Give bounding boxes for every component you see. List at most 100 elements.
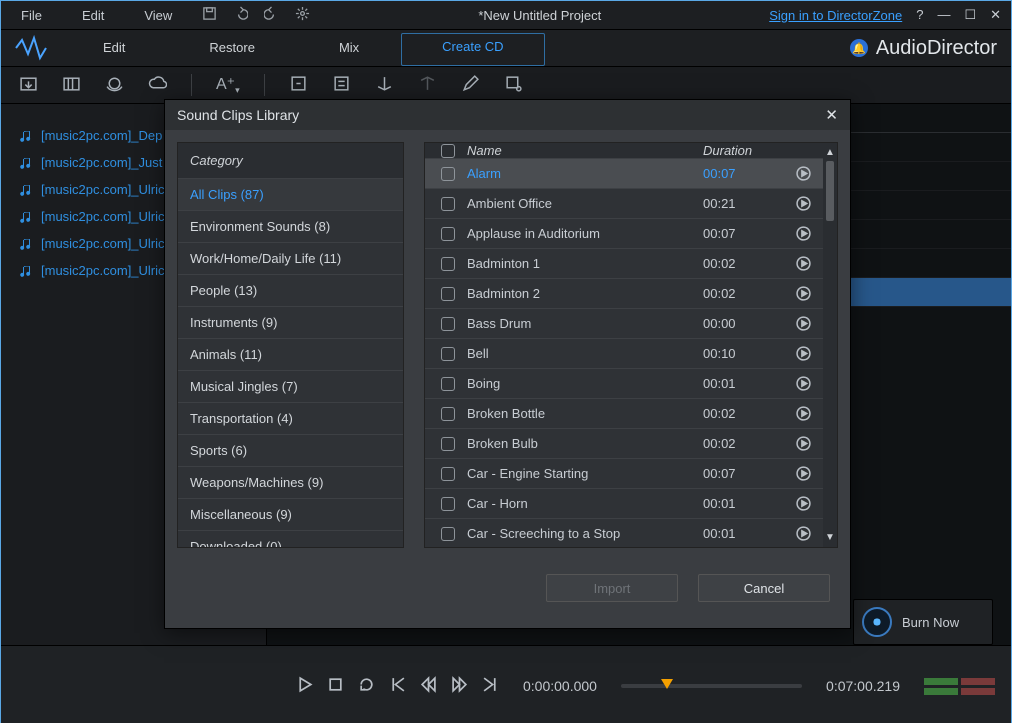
category-item[interactable]: Transportation (4) xyxy=(178,402,403,434)
menu-file[interactable]: File xyxy=(1,8,62,23)
clip-row[interactable]: Car - Screeching to a Stop00:01 xyxy=(425,519,823,547)
text-icon[interactable]: A⁺▾ xyxy=(216,74,240,96)
burn-now-button[interactable]: Burn Now xyxy=(853,599,993,645)
col-name[interactable]: Name xyxy=(465,143,703,158)
save-icon[interactable] xyxy=(202,6,217,24)
category-item[interactable]: Instruments (9) xyxy=(178,306,403,338)
clip-play-icon[interactable] xyxy=(796,166,811,181)
clip-checkbox[interactable] xyxy=(441,317,455,331)
prev-icon[interactable] xyxy=(389,676,406,696)
clip-play-icon[interactable] xyxy=(796,226,811,241)
clip-row[interactable]: Car - Horn00:01 xyxy=(425,489,823,519)
clip-row[interactable]: Applause in Auditorium00:07 xyxy=(425,219,823,249)
scroll-up-icon[interactable]: ▲ xyxy=(825,147,835,158)
record-icon[interactable] xyxy=(105,74,124,96)
clip-row[interactable]: Bell00:10 xyxy=(425,339,823,369)
category-item[interactable]: All Clips (87) xyxy=(178,178,403,210)
clip-row[interactable]: Car - Engine Starting00:07 xyxy=(425,459,823,489)
seek-bar[interactable] xyxy=(621,684,802,688)
tool1-icon[interactable] xyxy=(289,74,308,96)
clip-checkbox[interactable] xyxy=(441,287,455,301)
stop-icon[interactable] xyxy=(327,676,344,696)
menu-edit[interactable]: Edit xyxy=(62,8,124,23)
category-item[interactable]: People (13) xyxy=(178,274,403,306)
clip-checkbox[interactable] xyxy=(441,197,455,211)
scroll-down-icon[interactable]: ▼ xyxy=(825,532,835,543)
tab-edit[interactable]: Edit xyxy=(61,30,167,66)
clip-checkbox[interactable] xyxy=(441,377,455,391)
category-item[interactable]: Work/Home/Daily Life (11) xyxy=(178,242,403,274)
clip-checkbox[interactable] xyxy=(441,467,455,481)
select-all-checkbox[interactable] xyxy=(441,144,455,158)
help-icon[interactable]: ? xyxy=(916,7,923,23)
tool3-icon[interactable] xyxy=(375,74,394,96)
clip-play-icon[interactable] xyxy=(796,526,811,541)
clip-row[interactable]: Badminton 200:02 xyxy=(425,279,823,309)
cancel-button[interactable]: Cancel xyxy=(698,574,830,602)
clip-play-icon[interactable] xyxy=(796,436,811,451)
clip-checkbox[interactable] xyxy=(441,437,455,451)
clip-row[interactable]: Bass Drum00:00 xyxy=(425,309,823,339)
seek-cursor[interactable] xyxy=(661,679,673,689)
clip-play-icon[interactable] xyxy=(796,196,811,211)
category-item[interactable]: Sports (6) xyxy=(178,434,403,466)
library-icon[interactable] xyxy=(62,74,81,96)
settings-icon[interactable] xyxy=(295,6,310,24)
clip-name: Badminton 2 xyxy=(465,286,703,301)
tool4-icon[interactable] xyxy=(418,74,437,96)
clip-play-icon[interactable] xyxy=(796,346,811,361)
category-item[interactable]: Miscellaneous (9) xyxy=(178,498,403,530)
bell-icon[interactable]: 🔔 xyxy=(850,39,868,57)
forward-icon[interactable] xyxy=(451,676,468,696)
scrollbar[interactable]: ▲ ▼ xyxy=(823,143,837,547)
clip-checkbox[interactable] xyxy=(441,167,455,181)
clip-checkbox[interactable] xyxy=(441,257,455,271)
clip-checkbox[interactable] xyxy=(441,347,455,361)
tab-create-cd[interactable]: Create CD xyxy=(401,33,544,66)
next-icon[interactable] xyxy=(482,676,499,696)
redo-icon[interactable] xyxy=(264,6,279,24)
col-duration[interactable]: Duration xyxy=(703,143,783,158)
import-icon[interactable] xyxy=(19,74,38,96)
minimize-icon[interactable]: — xyxy=(937,7,950,23)
clip-play-icon[interactable] xyxy=(796,466,811,481)
loop-icon[interactable] xyxy=(358,676,375,696)
clip-checkbox[interactable] xyxy=(441,407,455,421)
clip-row[interactable]: Broken Bottle00:02 xyxy=(425,399,823,429)
category-item[interactable]: Downloaded (0) xyxy=(178,530,403,548)
signin-link[interactable]: Sign in to DirectorZone xyxy=(769,8,902,23)
category-item[interactable]: Environment Sounds (8) xyxy=(178,210,403,242)
clip-row[interactable]: Broken Bulb00:02 xyxy=(425,429,823,459)
clip-row[interactable]: Boing00:01 xyxy=(425,369,823,399)
modal-close-icon[interactable]: ✕ xyxy=(825,106,838,124)
clip-play-icon[interactable] xyxy=(796,256,811,271)
category-item[interactable]: Musical Jingles (7) xyxy=(178,370,403,402)
close-icon[interactable]: ✕ xyxy=(990,7,1001,23)
clip-play-icon[interactable] xyxy=(796,376,811,391)
clip-play-icon[interactable] xyxy=(796,406,811,421)
clip-checkbox[interactable] xyxy=(441,227,455,241)
tab-restore[interactable]: Restore xyxy=(167,30,297,66)
tool2-icon[interactable] xyxy=(332,74,351,96)
cloud-icon[interactable] xyxy=(148,74,167,96)
clip-checkbox[interactable] xyxy=(441,497,455,511)
rewind-icon[interactable] xyxy=(420,676,437,696)
undo-icon[interactable] xyxy=(233,6,248,24)
clip-checkbox[interactable] xyxy=(441,527,455,541)
play-icon[interactable] xyxy=(296,676,313,696)
category-item[interactable]: Weapons/Machines (9) xyxy=(178,466,403,498)
import-button[interactable]: Import xyxy=(546,574,678,602)
clip-play-icon[interactable] xyxy=(796,316,811,331)
menu-view[interactable]: View xyxy=(124,8,192,23)
clip-row[interactable]: Badminton 100:02 xyxy=(425,249,823,279)
tool5-icon[interactable] xyxy=(504,74,523,96)
scroll-thumb[interactable] xyxy=(826,161,834,221)
clip-row[interactable]: Alarm00:07 xyxy=(425,159,823,189)
tab-mix[interactable]: Mix xyxy=(297,30,401,66)
edit-icon[interactable] xyxy=(461,74,480,96)
clip-play-icon[interactable] xyxy=(796,286,811,301)
maximize-icon[interactable]: ☐ xyxy=(964,7,976,23)
category-item[interactable]: Animals (11) xyxy=(178,338,403,370)
clip-play-icon[interactable] xyxy=(796,496,811,511)
clip-row[interactable]: Ambient Office00:21 xyxy=(425,189,823,219)
